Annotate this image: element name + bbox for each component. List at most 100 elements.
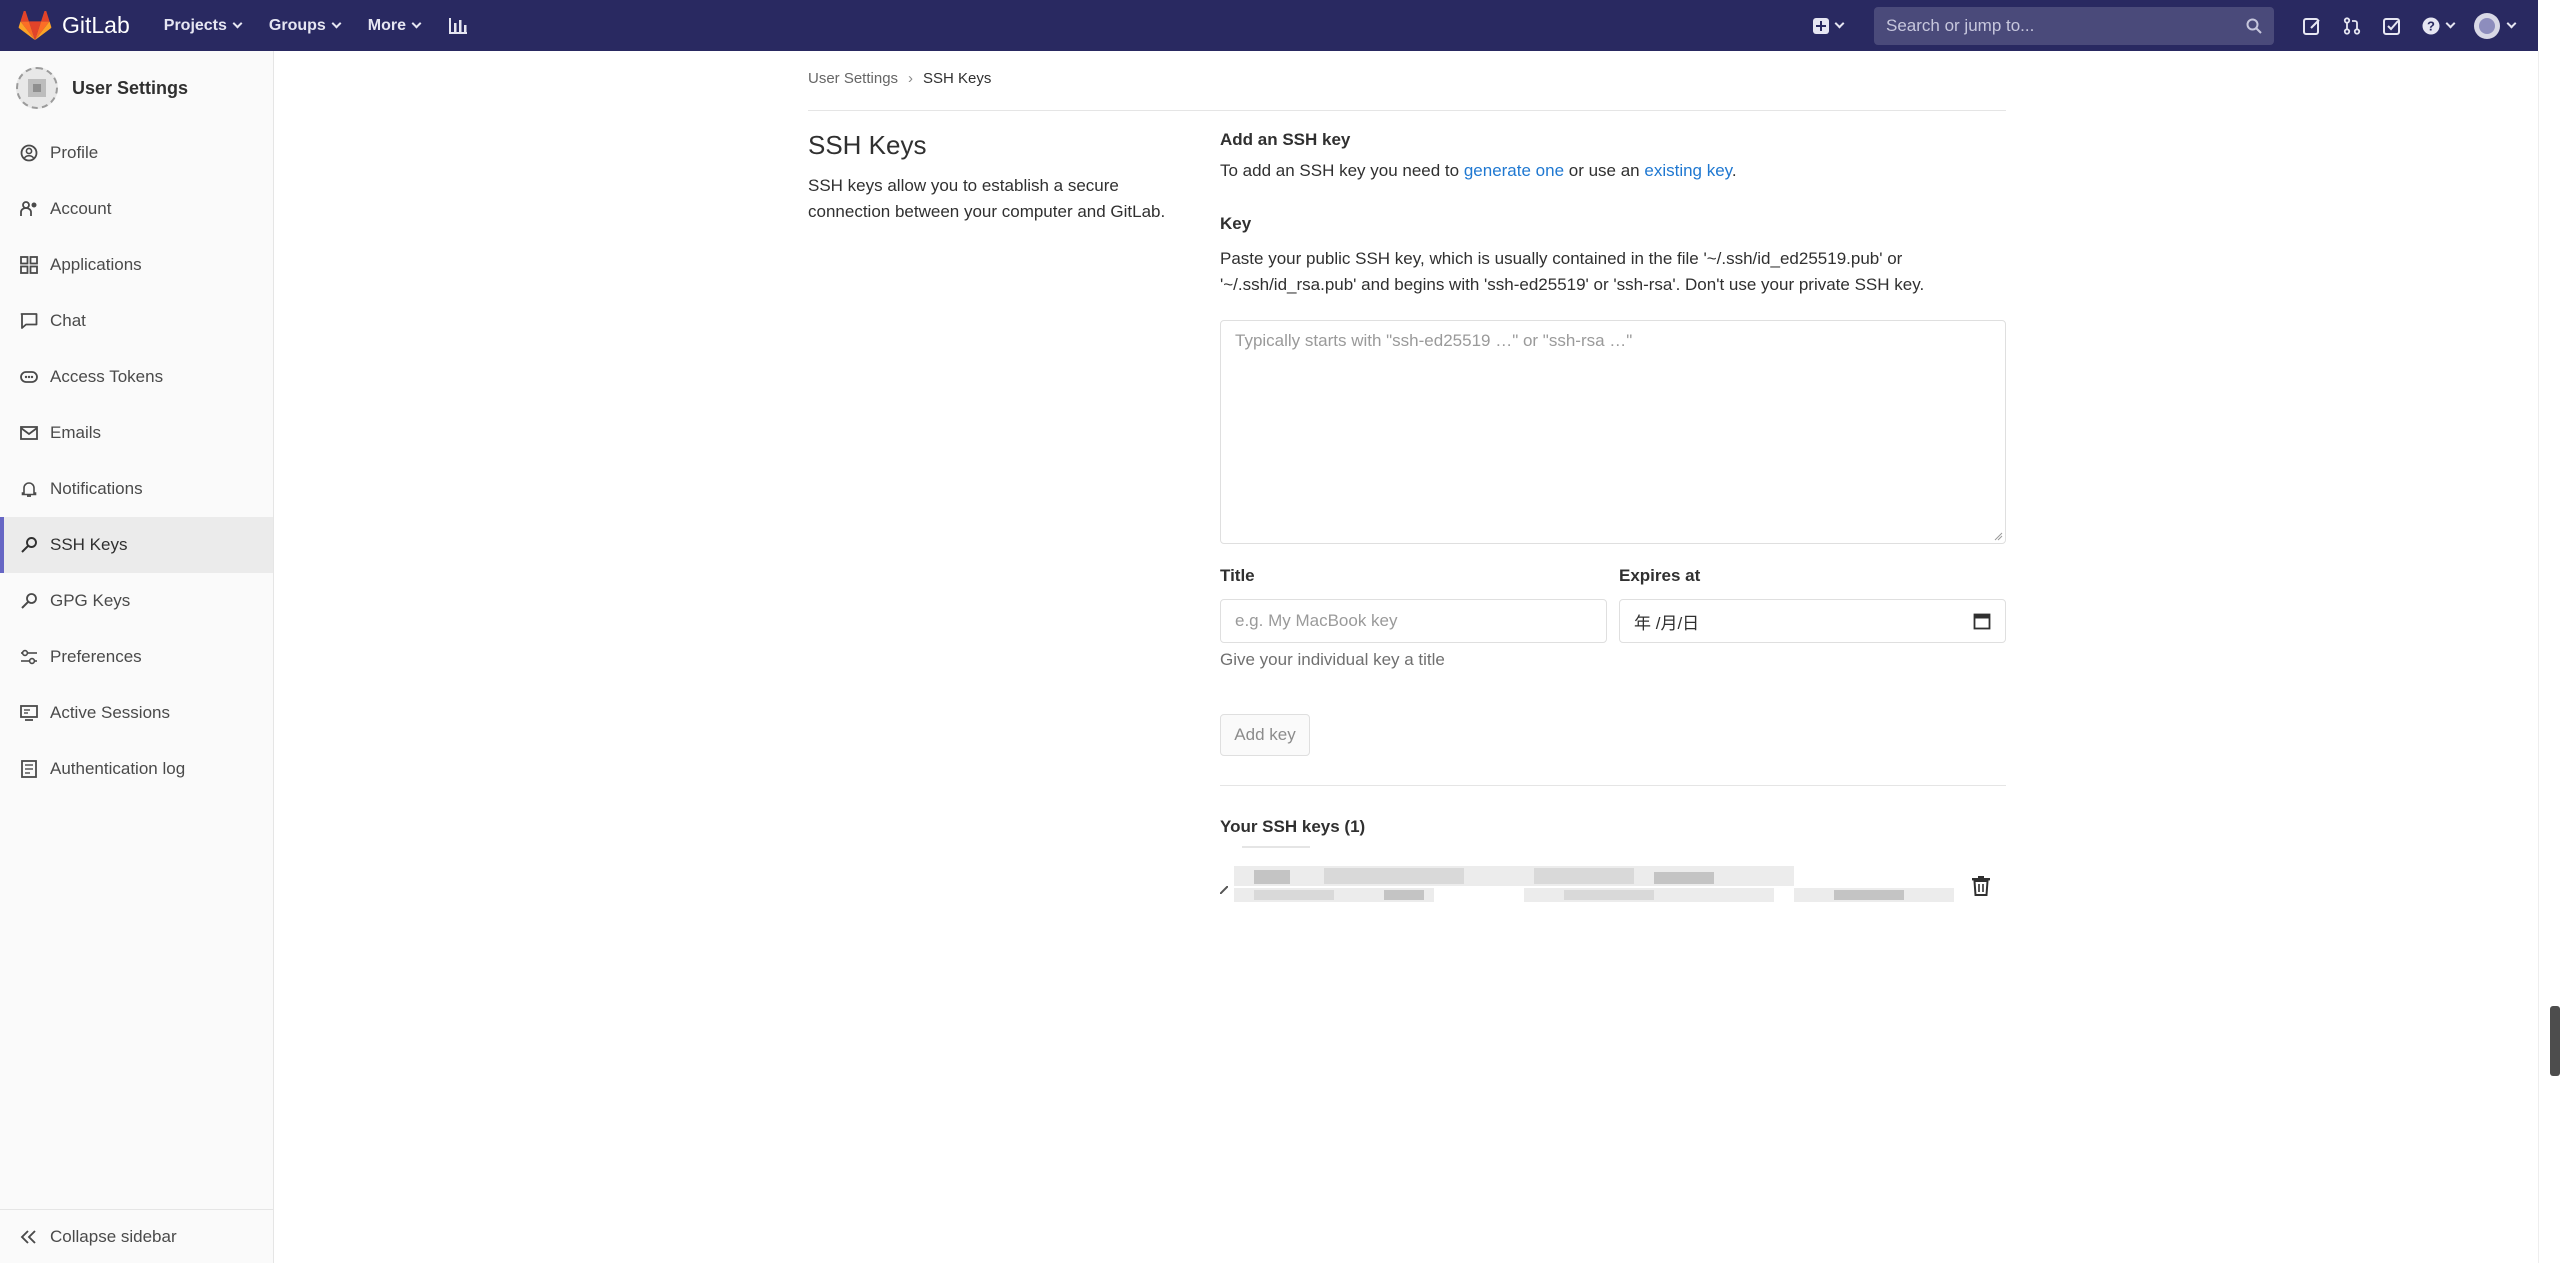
settings-sidebar: User Settings Profile Account Applicatio… bbox=[0, 51, 274, 1263]
key-help-text: Paste your public SSH key, which is usua… bbox=[1220, 249, 1925, 294]
page-scrollbar[interactable] bbox=[2538, 51, 2560, 1263]
avatar bbox=[16, 67, 58, 109]
ssh-key-row[interactable] bbox=[1220, 860, 2006, 914]
form-intro: To add an SSH key you need to generate o… bbox=[1220, 158, 2006, 184]
sidebar-item-label: Preferences bbox=[50, 647, 142, 666]
date-value: 年 /月/日 bbox=[1634, 613, 1700, 633]
trash-icon[interactable] bbox=[1972, 876, 1990, 896]
help-icon: ? bbox=[2422, 17, 2440, 34]
divider bbox=[1220, 785, 2006, 786]
sidebar-item-label: Profile bbox=[50, 143, 99, 162]
breadcrumb-ssh-keys[interactable]: SSH Keys bbox=[923, 70, 991, 87]
sidebar-item-chat[interactable]: Chat bbox=[0, 293, 273, 349]
generate-one-link[interactable]: generate one bbox=[1464, 161, 1564, 180]
redacted-key-info bbox=[1234, 866, 1954, 906]
sidebar-item-label: Notifications bbox=[50, 479, 143, 498]
chevron-down-icon bbox=[411, 18, 422, 29]
double-chevron-left-icon bbox=[20, 1229, 36, 1244]
issues-link[interactable] bbox=[2292, 0, 2332, 51]
chat-icon bbox=[20, 313, 38, 329]
breadcrumb: User Settings › SSH Keys bbox=[808, 70, 991, 87]
sidebar-item-label: Active Sessions bbox=[50, 703, 170, 722]
ssh-keys-list-heading: Your SSH keys (1) bbox=[1220, 817, 1366, 836]
sidebar-item-account[interactable]: Account bbox=[0, 181, 273, 237]
nav-groups-label: Groups bbox=[268, 16, 326, 34]
intro-text: To add an SSH key you need to bbox=[1220, 161, 1464, 180]
activity-chart-link[interactable] bbox=[448, 17, 468, 35]
token-icon bbox=[20, 371, 38, 383]
user-menu-dropdown[interactable] bbox=[2464, 0, 2524, 51]
sidebar-item-authentication-log[interactable]: Authentication log bbox=[0, 741, 273, 797]
existing-key-link[interactable]: existing key bbox=[1644, 161, 1732, 180]
mail-icon bbox=[20, 426, 38, 440]
scrollbar-thumb[interactable] bbox=[2550, 1006, 2560, 1076]
sidebar-item-label: Authentication log bbox=[50, 759, 186, 778]
sidebar-item-label: Account bbox=[50, 199, 112, 218]
sidebar-item-label: Applications bbox=[50, 255, 142, 274]
expires-date-input[interactable]: 年 /月/日 bbox=[1619, 599, 2006, 643]
nav-more-label: More bbox=[367, 16, 407, 34]
sidebar-item-applications[interactable]: Applications bbox=[0, 237, 273, 293]
sidebar-title: User Settings bbox=[72, 77, 189, 98]
chevron-right-icon: › bbox=[908, 70, 914, 87]
expires-label: Expires at bbox=[1619, 566, 1701, 585]
search-placeholder: Search or jump to... bbox=[1886, 15, 2035, 35]
chevron-down-icon bbox=[331, 18, 342, 29]
sidebar-item-ssh-keys[interactable]: SSH Keys bbox=[0, 517, 273, 573]
page-description: SSH keys allow you to establish a secure… bbox=[808, 176, 1166, 221]
sidebar-item-notifications[interactable]: Notifications bbox=[0, 461, 273, 517]
key-icon bbox=[21, 537, 37, 553]
new-item-dropdown[interactable] bbox=[1804, 0, 1852, 51]
bar-chart-icon bbox=[449, 17, 468, 34]
chevron-down-icon bbox=[2506, 18, 2517, 29]
issues-icon bbox=[2303, 17, 2320, 35]
sidebar-item-access-tokens[interactable]: Access Tokens bbox=[0, 349, 273, 405]
collapse-sidebar-button[interactable]: Collapse sidebar bbox=[0, 1209, 274, 1263]
key-placeholder: Typically starts with "ssh-ed25519 …" or… bbox=[1235, 331, 1633, 350]
nav-projects-label: Projects bbox=[163, 16, 227, 34]
breadcrumb-user-settings[interactable]: User Settings bbox=[808, 70, 898, 87]
avatar-pattern-icon bbox=[28, 79, 46, 97]
add-key-button[interactable]: Add key bbox=[1220, 714, 1310, 756]
nav-groups-dropdown[interactable]: Groups bbox=[268, 16, 342, 35]
divider bbox=[808, 110, 2006, 111]
merge-requests-link[interactable] bbox=[2332, 0, 2372, 51]
account-icon bbox=[20, 201, 37, 216]
sidebar-item-profile[interactable]: Profile bbox=[0, 125, 273, 181]
gitlab-home-link[interactable]: GitLab bbox=[18, 0, 130, 51]
chevron-down-icon bbox=[232, 18, 243, 29]
bell-icon bbox=[21, 482, 37, 497]
key-icon bbox=[21, 593, 37, 609]
resize-handle-icon[interactable] bbox=[1993, 531, 2003, 541]
nav-projects-dropdown[interactable]: Projects bbox=[163, 16, 243, 35]
title-input[interactable]: e.g. My MacBook key bbox=[1220, 599, 1607, 643]
sidebar-item-emails[interactable]: Emails bbox=[0, 405, 273, 461]
search-icon bbox=[2246, 18, 2262, 34]
plus-square-icon bbox=[1813, 17, 1829, 34]
merge-request-icon bbox=[2343, 16, 2361, 35]
sidebar-item-active-sessions[interactable]: Active Sessions bbox=[0, 685, 273, 741]
title-hint: Give your individual key a title bbox=[1220, 650, 1445, 669]
svg-text:?: ? bbox=[2427, 18, 2435, 33]
top-navbar: GitLab Projects Groups More Search or ju… bbox=[0, 0, 2538, 51]
sidebar-item-label: Chat bbox=[50, 311, 86, 330]
search-input[interactable]: Search or jump to... bbox=[1874, 6, 2274, 45]
key-textarea[interactable]: Typically starts with "ssh-ed25519 …" or… bbox=[1220, 320, 2006, 544]
calendar-icon[interactable] bbox=[1973, 612, 1991, 630]
form-heading: Add an SSH key bbox=[1220, 130, 1351, 149]
monitor-icon bbox=[20, 705, 38, 721]
intro-text: . bbox=[1731, 161, 1737, 180]
avatar-icon bbox=[2474, 12, 2500, 39]
sidebar-item-label: SSH Keys bbox=[50, 535, 128, 554]
nav-more-dropdown[interactable]: More bbox=[367, 16, 422, 35]
sidebar-item-label: Access Tokens bbox=[50, 367, 164, 386]
todos-link[interactable] bbox=[2372, 0, 2412, 51]
sidebar-item-gpg-keys[interactable]: GPG Keys bbox=[0, 573, 273, 629]
collapse-sidebar-label: Collapse sidebar bbox=[50, 1226, 177, 1246]
sidebar-header[interactable]: User Settings bbox=[0, 51, 273, 125]
gitlab-logo-icon bbox=[18, 10, 52, 40]
sidebar-item-preferences[interactable]: Preferences bbox=[0, 629, 273, 685]
todo-check-icon bbox=[2383, 17, 2400, 35]
help-dropdown[interactable]: ? bbox=[2412, 0, 2464, 51]
sidebar-item-label: GPG Keys bbox=[50, 591, 131, 610]
